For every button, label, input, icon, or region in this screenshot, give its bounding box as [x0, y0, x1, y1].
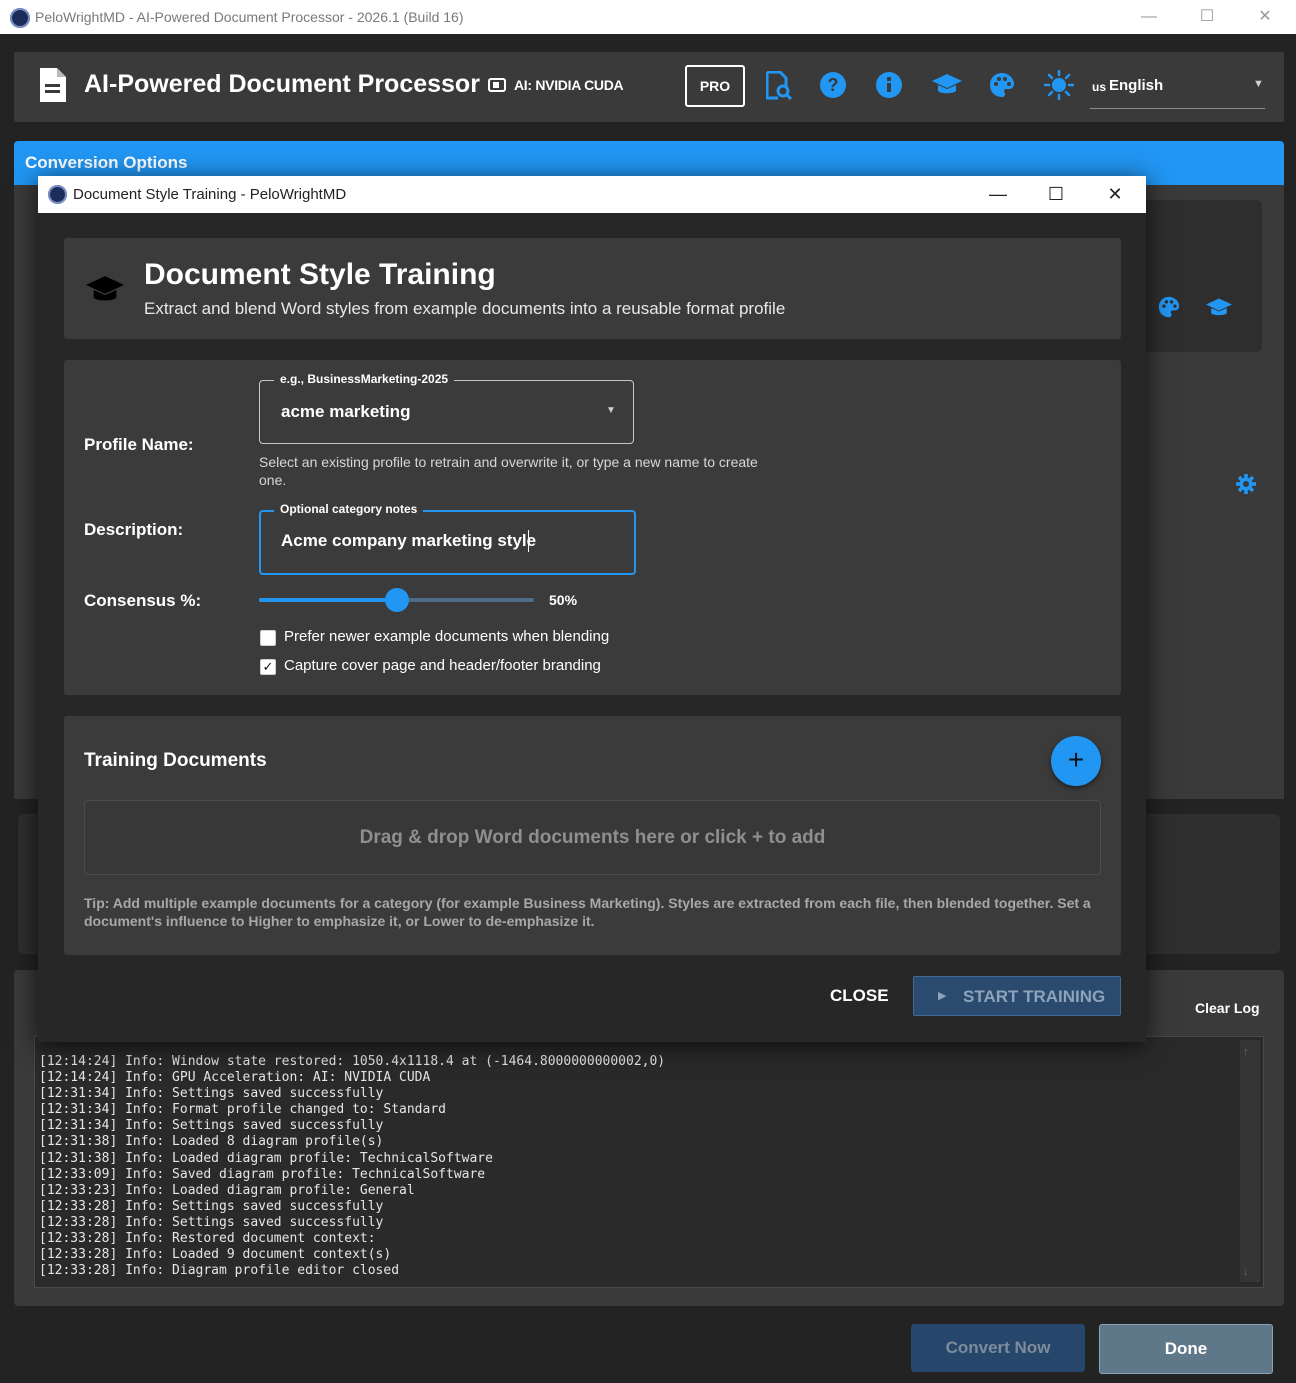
graduation-cap-icon[interactable] [1206, 298, 1232, 318]
minimize-button[interactable]: — [1120, 0, 1178, 34]
maximize-button[interactable]: ☐ [1178, 0, 1236, 34]
training-tip-text: Tip: Add multiple example documents for … [84, 895, 1091, 929]
training-settings-card: Profile Name: e.g., BusinessMarketing-20… [64, 360, 1121, 695]
dialog-maximize-button[interactable]: ☐ [1027, 176, 1085, 213]
consensus-label: Consensus %: [84, 591, 202, 610]
settings-gear-icon[interactable] [1236, 474, 1256, 494]
drop-zone-text: Drag & drop Word documents here or click… [359, 827, 826, 848]
document-search-icon[interactable] [766, 71, 792, 101]
start-training-label: START TRAINING [963, 987, 1106, 1006]
palette-icon[interactable] [989, 72, 1015, 98]
slider-fill [259, 598, 397, 602]
chevron-down-icon: ▼ [1253, 78, 1264, 90]
profile-name-placeholder: e.g., BusinessMarketing-2025 [274, 372, 455, 386]
done-button[interactable]: Done [1099, 1324, 1273, 1374]
log-scrollbar[interactable]: ↑ ↓ [1240, 1040, 1260, 1282]
close-window-button[interactable]: ✕ [1236, 0, 1294, 34]
training-documents-card: Training Documents + Drag & drop Word do… [64, 716, 1121, 955]
language-select[interactable]: us English ▼ [1090, 68, 1265, 109]
consensus-slider[interactable] [259, 588, 534, 612]
training-header-card: Document Style Training Extract and blen… [64, 238, 1121, 339]
prefer-newer-check-box[interactable] [260, 630, 276, 646]
profile-name-label: Profile Name: [84, 435, 194, 454]
chevron-down-icon: ▼ [606, 405, 616, 416]
description-label: Description: [84, 520, 184, 539]
play-icon: ▶ [938, 990, 947, 1002]
svg-text:?: ? [828, 75, 839, 95]
description-input[interactable]: Optional category notes Acme company mar… [259, 502, 636, 575]
slider-thumb[interactable] [385, 588, 409, 612]
main-title-bar: PeloWrightMD - AI-Powered Document Proce… [0, 0, 1296, 34]
profile-name-value: acme marketing [281, 402, 411, 421]
language-label: English [1109, 77, 1164, 94]
text-cursor [528, 530, 529, 552]
convert-now-label: Convert Now [945, 1338, 1051, 1357]
window-title: PeloWrightMD - AI-Powered Document Proce… [35, 9, 464, 25]
capture-branding-check-box[interactable]: ✓ [260, 659, 276, 675]
convert-now-button[interactable]: Convert Now [911, 1324, 1085, 1372]
description-placeholder: Optional category notes [274, 502, 424, 516]
theme-toggle-icon[interactable] [1044, 70, 1074, 100]
ai-status-label: AI: NVIDIA CUDA [514, 77, 624, 93]
dialog-close-button[interactable]: ✕ [1086, 176, 1144, 213]
dialog-heading: Document Style Training [144, 258, 496, 291]
gpu-chip-icon [488, 78, 506, 92]
help-icon[interactable]: ? [820, 72, 846, 98]
log-output[interactable]: [12:14:24] Info: Window state restored: … [34, 1036, 1264, 1288]
info-icon[interactable] [876, 72, 902, 98]
consensus-value: 50% [549, 592, 578, 608]
training-documents-title: Training Documents [84, 750, 267, 771]
add-document-button[interactable]: + [1051, 736, 1101, 786]
dialog-minimize-button[interactable]: — [969, 176, 1027, 213]
dialog-subheading: Extract and blend Word styles from examp… [144, 299, 786, 318]
palette-icon[interactable] [1158, 296, 1180, 318]
document-drop-zone[interactable]: Drag & drop Word documents here or click… [84, 800, 1101, 875]
document-icon [40, 68, 66, 102]
app-title: AI-Powered Document Processor [84, 70, 480, 98]
graduation-cap-icon [86, 276, 124, 301]
profile-helper-text: Select an existing profile to retrain an… [259, 454, 758, 488]
app-logo-icon [10, 8, 30, 28]
prefer-newer-label: Prefer newer example documents when blen… [284, 628, 610, 645]
start-training-button[interactable]: ▶ START TRAINING [913, 976, 1121, 1016]
dialog-title-bar: Document Style Training - PeloWrightMD —… [38, 176, 1146, 213]
log-text: [12:14:24] Info: Window state restored: … [39, 1054, 666, 1279]
us-flag-icon: us [1092, 80, 1107, 94]
dialog-window-title: Document Style Training - PeloWrightMD [73, 186, 347, 203]
close-dialog-button[interactable]: CLOSE [830, 986, 889, 1006]
profile-name-combobox[interactable]: e.g., BusinessMarketing-2025 acme market… [259, 372, 634, 444]
capture-branding-label: Capture cover page and header/footer bra… [284, 657, 601, 674]
app-header: AI-Powered Document Processor AI: NVIDIA… [14, 52, 1284, 122]
description-value: Acme company marketing style [281, 531, 537, 550]
clear-log-button[interactable]: Clear Log [1195, 1000, 1260, 1016]
scroll-up-icon[interactable]: ↑ [1243, 1046, 1249, 1058]
pro-badge[interactable]: PRO [685, 65, 745, 107]
style-training-dialog: Document Style Training - PeloWrightMD —… [38, 176, 1146, 1042]
conversion-options-title: Conversion Options [25, 153, 188, 172]
app-logo-icon [48, 185, 67, 204]
done-label: Done [1164, 1339, 1208, 1358]
scroll-down-icon[interactable]: ↓ [1243, 1266, 1249, 1278]
graduation-cap-icon[interactable] [932, 74, 962, 96]
